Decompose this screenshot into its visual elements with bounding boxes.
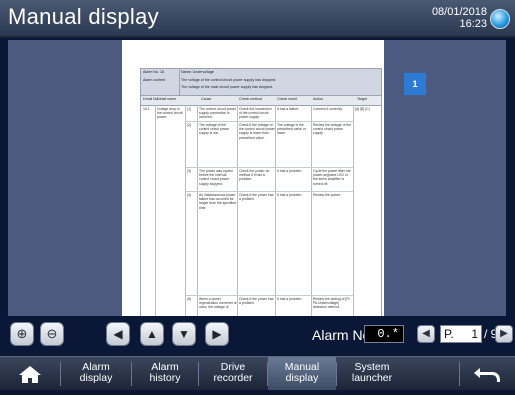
nav-label: history <box>149 372 181 384</box>
row-result: It has a problem. <box>277 169 303 173</box>
col-check-result: Check result <box>277 97 297 101</box>
nav-manual-display[interactable]: Manual display <box>268 357 336 390</box>
table-body: 16.1 Voltage drop in the control circuit… <box>140 105 382 316</box>
alarm-no-key: Alarm No. <box>143 70 159 74</box>
row-method: Check the connection of the control circ… <box>239 107 272 120</box>
home-icon <box>19 366 41 383</box>
row-action: Connect it correctly. <box>313 107 343 111</box>
row-action: Cycle the power after the power-segment … <box>313 169 351 186</box>
nav-drive-recorder[interactable]: Drive recorder <box>199 357 267 390</box>
row-method: Check if the power has a problem. <box>239 193 274 202</box>
detail-no: 16.1 <box>143 107 150 111</box>
row-action: Review the voltage of the control circui… <box>313 123 352 136</box>
col-cause: Cause <box>201 97 212 101</box>
pan-up-button[interactable]: ▲ <box>140 322 164 346</box>
row-no: (3) <box>187 169 192 173</box>
page-number-badge: 1 <box>404 73 426 95</box>
row-cause: When a power regeneration converter is u… <box>199 297 237 310</box>
row-no: (1) <box>187 107 192 111</box>
nav-alarm-history[interactable]: Alarm history <box>132 357 198 390</box>
arrow-right-icon: ▶ <box>212 327 222 341</box>
row-method: Check if the voltage of the control circ… <box>239 123 275 140</box>
pan-down-button[interactable]: ▼ <box>172 322 196 346</box>
back-button[interactable] <box>460 357 515 390</box>
status-globe-icon[interactable] <box>490 9 510 29</box>
return-arrow-icon <box>474 368 500 382</box>
prev-page-button[interactable]: ◀ <box>417 325 435 343</box>
row-method: Check the power-on method if it has a pr… <box>239 169 270 182</box>
bottom-nav: Alarm display Alarm history Drive record… <box>0 356 515 390</box>
detail-name: Voltage drop in the control circuit powe… <box>157 107 183 120</box>
title-bar: Manual display 08/01/2018 16:23 <box>0 0 515 38</box>
col-detail-name: Detail name <box>157 97 177 101</box>
nav-label: launcher <box>351 372 393 384</box>
row-result: It has a problem. <box>277 297 303 301</box>
zoom-in-button[interactable]: ⊕ <box>10 322 34 346</box>
page-prefix: P. <box>444 327 454 341</box>
pan-left-button[interactable]: ◀ <box>106 322 130 346</box>
name-val: Undervoltage <box>192 70 214 74</box>
nav-system-launcher[interactable]: System launcher <box>337 357 407 390</box>
page-input[interactable]: P. 1 <box>440 325 482 343</box>
alarm-no-val: 16 <box>159 70 164 74</box>
row-cause: The power was cycled before the internal… <box>199 169 233 186</box>
next-page-button[interactable]: ▶ <box>495 325 513 343</box>
alarm-no-input[interactable]: 0.* <box>364 325 404 343</box>
row-result: It has a failure. <box>277 107 300 111</box>
nav-label: display <box>79 372 113 384</box>
header-row-alarm: Alarm No. 16 Name: Undervoltage <box>143 70 214 74</box>
content-line-1: The voltage of the control circuit power… <box>181 78 277 82</box>
row-action: Review the setting of [Pr. PA Undervolta… <box>313 297 351 310</box>
zoom-out-icon: ⊖ <box>46 326 58 341</box>
home-button[interactable] <box>0 357 60 390</box>
nav-alarm-display[interactable]: Alarm display <box>61 357 131 390</box>
target: [A] [B] [C] <box>355 107 370 111</box>
document-viewer[interactable]: Alarm No. 16 Name: Undervoltage Alarm co… <box>8 40 506 316</box>
page-current: 1 <box>471 327 478 341</box>
page-title: Manual display <box>8 4 159 29</box>
row-cause: The control circuit power supply connect… <box>199 107 236 120</box>
row-result: It has a problem. <box>277 193 303 197</box>
row-no: (5) <box>187 297 192 301</box>
col-target: Target <box>357 97 367 101</box>
arrow-down-icon: ▼ <box>178 327 190 341</box>
triangle-right-icon: ▶ <box>500 328 508 339</box>
control-bar: ⊕ ⊖ ◀ ▲ ▼ ▶ Alarm No. 0.* ◀ P. 1 / 94 ▶ <box>0 316 515 352</box>
zoom-in-icon: ⊕ <box>16 326 28 341</box>
time-text: 16:23 <box>459 18 487 30</box>
arrow-up-icon: ▲ <box>146 327 158 341</box>
header-row-content-2: The voltage of the main circuit power su… <box>141 85 381 93</box>
nav-label: display <box>285 372 319 384</box>
date-text: 08/01/2018 <box>431 6 487 18</box>
nav-label: recorder <box>213 372 253 384</box>
arrow-left-icon: ◀ <box>113 327 123 341</box>
datetime: 08/01/2018 16:23 <box>432 6 487 30</box>
triangle-left-icon: ◀ <box>422 328 430 339</box>
pan-right-button[interactable]: ▶ <box>205 322 229 346</box>
row-no: (2) <box>187 123 192 127</box>
col-action: Action <box>313 97 323 101</box>
name-key: Name <box>181 70 191 74</box>
col-check-method: Check method <box>239 97 263 101</box>
content-key: Alarm content <box>143 78 166 82</box>
row-action: Review the power. <box>313 193 341 197</box>
row-no: (4) <box>187 193 192 197</box>
alarm-header-block: Alarm No. 16 Name: Undervoltage Alarm co… <box>140 68 382 96</box>
content-line-2: The voltage of the main circuit power su… <box>181 85 274 89</box>
row-result: The voltage is the prescribed value or l… <box>277 123 306 136</box>
zoom-out-button[interactable]: ⊖ <box>40 322 64 346</box>
row-cause: The voltage of the control circuit power… <box>199 123 230 136</box>
row-cause: An instantaneous power failure has occur… <box>199 193 236 210</box>
row-method: Check if the power has a problem. <box>239 297 274 306</box>
manual-page: Alarm No. 16 Name: Undervoltage Alarm co… <box>122 40 384 316</box>
